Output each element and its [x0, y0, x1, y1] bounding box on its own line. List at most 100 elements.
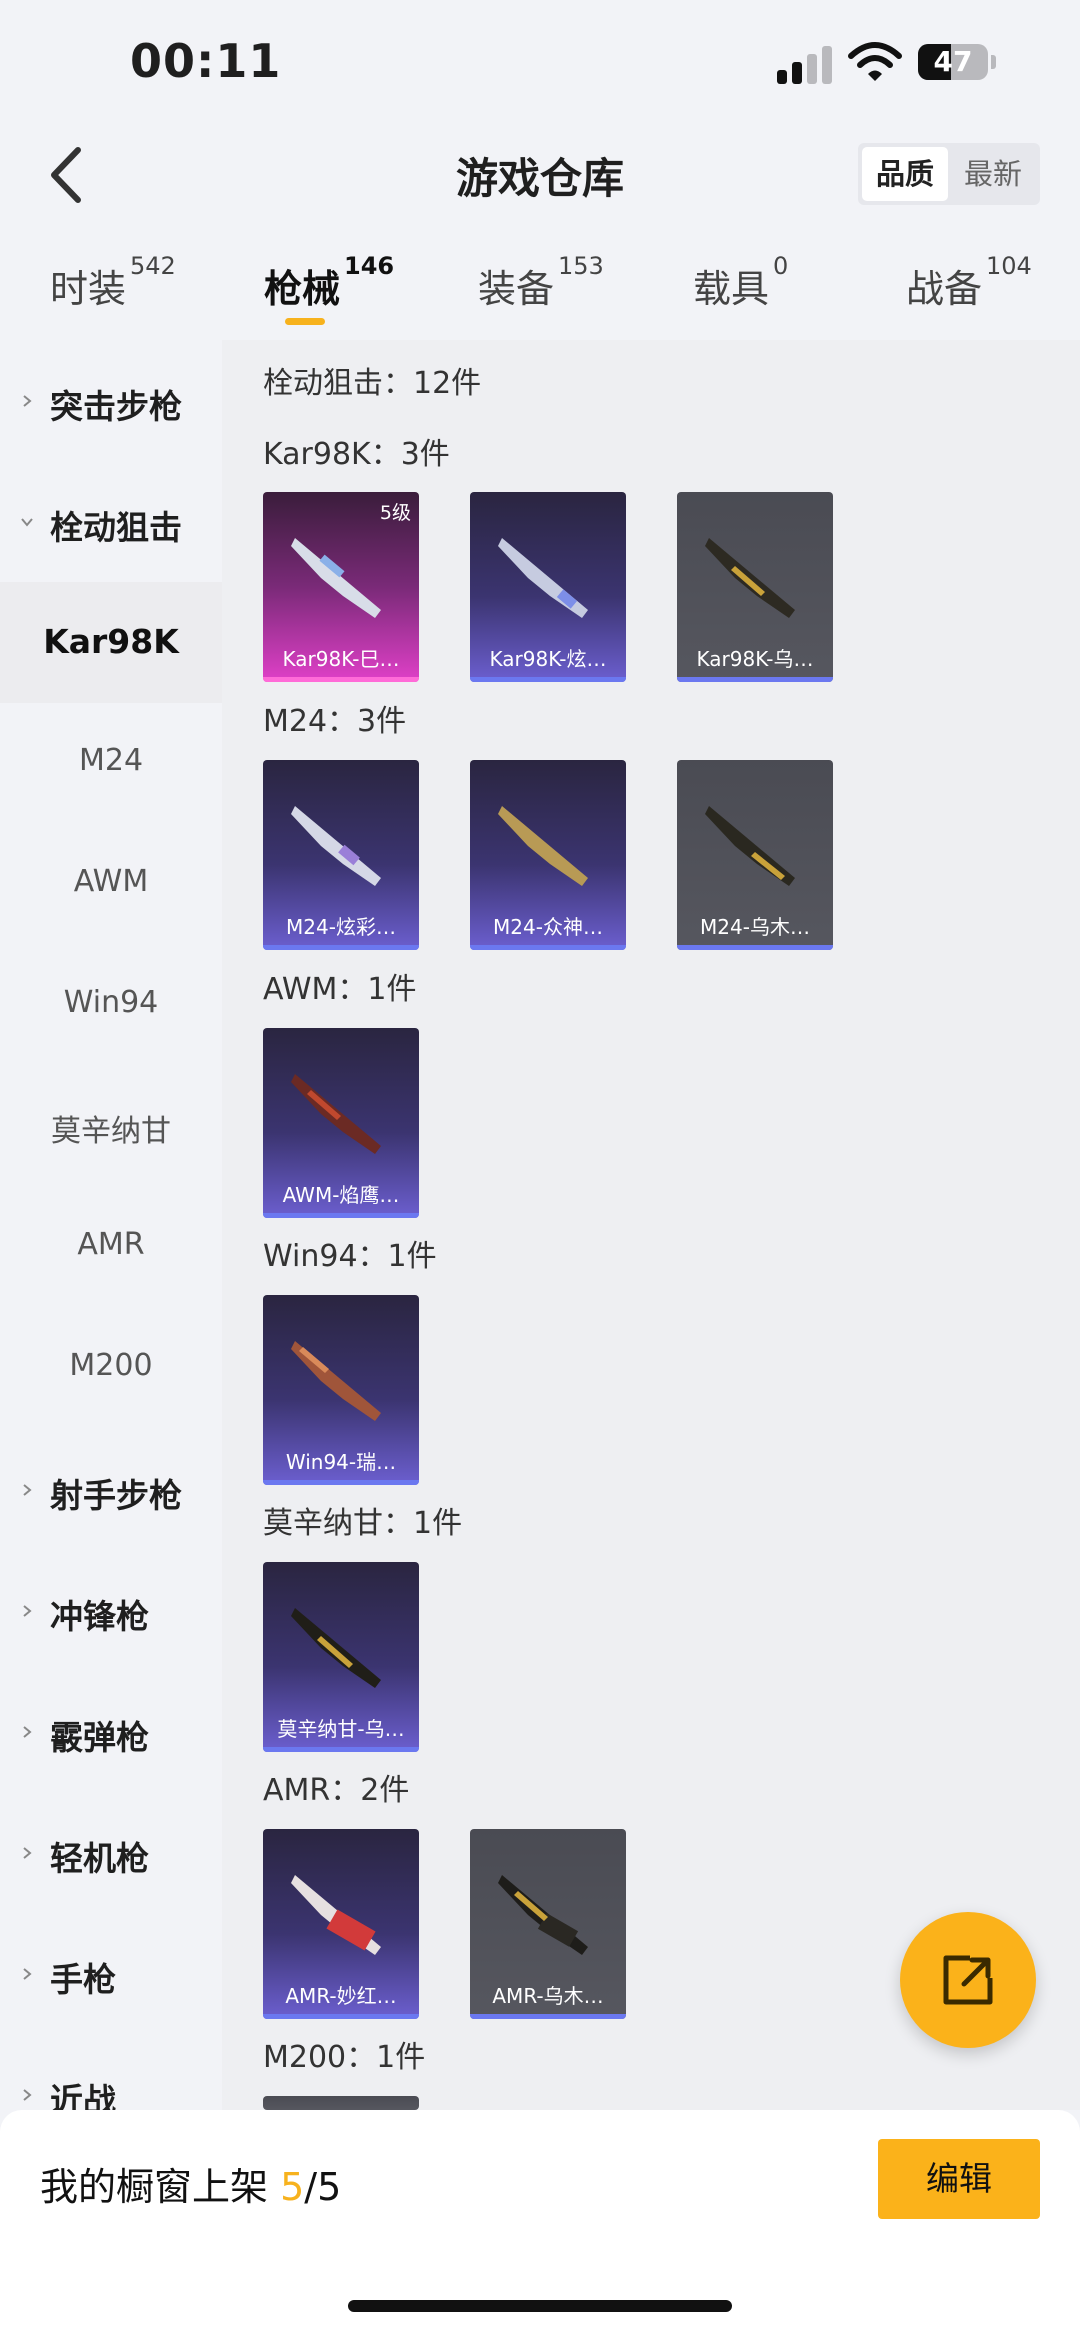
- sidebar-item-m200[interactable]: M200: [0, 1308, 222, 1429]
- chevron-down-icon: [21, 518, 33, 527]
- weapon-name: Win94-瑞…: [285, 1450, 397, 1474]
- sidebar-item-label: Kar98K: [43, 622, 179, 661]
- chevron-right-icon: [23, 1605, 32, 1617]
- weapon-card[interactable]: Win94-瑞…: [263, 1295, 419, 1485]
- weapon-name: Kar98K-炫…: [489, 647, 607, 671]
- sidebar-item-label: 突击步枪: [50, 387, 182, 426]
- sidebar-item-label: M24: [78, 743, 144, 778]
- rifle-icon: [498, 806, 588, 886]
- rifle-icon: [705, 538, 795, 618]
- rifle-icon: [291, 806, 381, 886]
- section-heading: AMR：2件: [263, 1773, 410, 1808]
- home-indicator: [348, 2300, 732, 2312]
- weapon-card[interactable]: M24-众神…: [470, 760, 626, 950]
- sidebar: 突击步枪 栓动狙击 Kar98K M24 AWM Win94 莫辛纳甘 AMR …: [0, 340, 222, 2120]
- active-tab-indicator: [285, 318, 325, 325]
- sidebar-item-label: 冲锋枪: [50, 1597, 149, 1636]
- sidebar-item-label: 莫辛纳甘: [51, 1114, 171, 1149]
- sidebar-item-bolt-snipers[interactable]: 栓动狙击: [0, 461, 222, 582]
- sidebar-item-smg[interactable]: 冲锋枪: [0, 1550, 222, 1671]
- weapon-card[interactable]: 莫辛纳甘-乌…: [263, 1562, 419, 1752]
- sidebar-item-label: 射手步枪: [50, 1476, 182, 1515]
- rifle-icon: [291, 1608, 381, 1688]
- sidebar-item-awm[interactable]: AWM: [0, 824, 222, 945]
- weapon-name: AMR-乌木…: [492, 1984, 604, 2008]
- tab-supplies[interactable]: 战备104: [906, 252, 1032, 313]
- sort-newest-button[interactable]: 最新: [950, 147, 1036, 201]
- wifi-icon: [848, 42, 902, 81]
- sidebar-item-label: 轻机枪: [50, 1839, 149, 1878]
- signal-icon: [777, 44, 833, 84]
- weapon-name: Kar98K-乌…: [696, 647, 814, 671]
- sidebar-item-mosin[interactable]: 莫辛纳甘: [0, 1066, 222, 1187]
- sidebar-item-label: 手枪: [50, 1960, 116, 1999]
- tab-equipment[interactable]: 装备153: [478, 252, 604, 313]
- section-heading: 莫辛纳甘：1件: [263, 1506, 463, 1541]
- sidebar-item-label: 栓动狙击: [50, 508, 182, 547]
- chevron-right-icon: [23, 1847, 32, 1859]
- rifle-icon: [705, 806, 795, 886]
- sidebar-item-m24[interactable]: M24: [0, 703, 222, 824]
- showcase-label: 我的橱窗上架 5/5: [40, 2165, 342, 2209]
- item-list: 栓动狙击：12件 Kar98K：3件 5级 Kar98K-巳… Kar98K-炫…: [222, 340, 1080, 2110]
- rifle-icon: [498, 538, 588, 618]
- sidebar-item-label: Win94: [63, 985, 159, 1020]
- weapon-card[interactable]: AWM-焰鹰…: [263, 1028, 419, 1218]
- battery-icon: 47: [918, 44, 996, 82]
- rifle-icon: [291, 1875, 381, 1955]
- weapon-name: AWM-焰鹰…: [282, 1183, 400, 1207]
- weapon-name: M24-众神…: [493, 915, 603, 939]
- sidebar-item-label: 霰弹枪: [50, 1718, 149, 1757]
- rifle-icon: [291, 1074, 381, 1154]
- sidebar-item-assault-rifles[interactable]: 突击步枪: [0, 340, 222, 461]
- weapon-card[interactable]: M24-乌木…: [677, 760, 833, 950]
- sidebar-item-win94[interactable]: Win94: [0, 945, 222, 1066]
- weapon-card[interactable]: M24-炫彩…: [263, 760, 419, 950]
- sidebar-item-amr[interactable]: AMR: [0, 1187, 222, 1308]
- rifle-icon: [498, 1875, 588, 1955]
- sidebar-item-label: AWM: [73, 864, 149, 899]
- weapon-card[interactable]: Kar98K-乌…: [677, 492, 833, 682]
- rifle-icon: [291, 538, 381, 618]
- chevron-right-icon: [23, 1968, 32, 1980]
- weapon-card[interactable]: AMR-妙红…: [263, 1829, 419, 2019]
- weapon-card[interactable]: AMR-乌木…: [470, 1829, 626, 2019]
- tab-vehicles[interactable]: 载具0: [693, 252, 788, 313]
- weapon-name: 莫辛纳甘-乌…: [277, 1717, 405, 1741]
- weapon-card[interactable]: [263, 2096, 419, 2110]
- rifle-icon: [291, 1341, 381, 1421]
- chevron-right-icon: [23, 395, 32, 407]
- weapon-card[interactable]: Kar98K-炫…: [470, 492, 626, 682]
- sidebar-item-pistol[interactable]: 手枪: [0, 1913, 222, 2034]
- category-tabs: 时装542 枪械146 装备153 载具0 战备104: [0, 248, 1080, 338]
- showcase-current-count: 5: [280, 2165, 305, 2209]
- chevron-right-icon: [23, 2089, 32, 2101]
- tab-guns[interactable]: 枪械146: [264, 252, 394, 313]
- weapon-card[interactable]: 5级 Kar98K-巳…: [263, 492, 419, 682]
- status-bar: 00:11 47: [0, 0, 1080, 120]
- battery-level: 47: [933, 45, 973, 78]
- showcase-total-count: /5: [304, 2165, 342, 2209]
- section-heading: AWM：1件: [263, 972, 417, 1007]
- sidebar-item-label: M200: [69, 1348, 153, 1383]
- sidebar-item-dmr[interactable]: 射手步枪: [0, 1429, 222, 1550]
- chevron-right-icon: [23, 1484, 32, 1496]
- weapon-name: AMR-妙红…: [285, 1984, 397, 2008]
- sort-quality-button[interactable]: 品质: [862, 147, 948, 201]
- status-time: 00:11: [130, 34, 282, 88]
- sidebar-item-shotgun[interactable]: 霰弹枪: [0, 1671, 222, 1792]
- tab-fashion[interactable]: 时装542: [50, 252, 176, 313]
- weapon-name: M24-乌木…: [700, 915, 810, 939]
- sidebar-item-lmg[interactable]: 轻机枪: [0, 1792, 222, 1913]
- sidebar-item-kar98k[interactable]: Kar98K: [0, 582, 222, 703]
- weapon-name: Kar98K-巳…: [282, 647, 400, 671]
- edit-button[interactable]: 编辑: [878, 2139, 1040, 2219]
- chevron-right-icon: [23, 1726, 32, 1738]
- section-heading: Kar98K：3件: [263, 437, 450, 472]
- sidebar-item-label: AMR: [77, 1227, 145, 1262]
- external-link-icon: [943, 1955, 993, 2005]
- share-button[interactable]: [900, 1912, 1036, 2048]
- section-heading: M200：1件: [263, 2040, 426, 2075]
- weapon-name: M24-炫彩…: [286, 915, 396, 939]
- section-heading: Win94：1件: [263, 1239, 437, 1274]
